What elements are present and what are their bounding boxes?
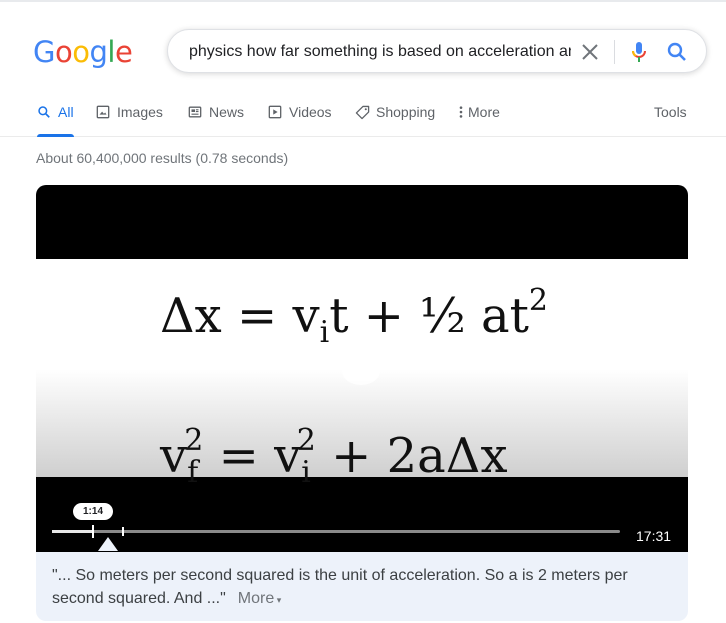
- eq1-superscript: 2: [528, 283, 549, 318]
- video-duration: 17:31: [636, 528, 672, 544]
- progress-fill: [52, 530, 93, 533]
- tab-shopping[interactable]: Shopping: [355, 100, 435, 136]
- eq2-sup1: 2: [184, 423, 204, 458]
- google-logo[interactable]: Google: [33, 34, 133, 70]
- tools-button[interactable]: Tools: [654, 100, 687, 136]
- eq2-sup2: 2: [296, 423, 316, 458]
- tools-label: Tools: [654, 104, 687, 120]
- tab-videos[interactable]: Videos: [268, 100, 332, 136]
- tab-news[interactable]: News: [188, 100, 244, 136]
- more-label: More: [237, 590, 275, 607]
- search-tabs: All Images News Videos Shopping More Too…: [0, 100, 726, 137]
- tab-label: Shopping: [376, 104, 436, 120]
- snippet-text: "... So meters per second squared is the…: [52, 567, 628, 607]
- key-moment-marker[interactable]: [122, 527, 124, 536]
- logo-letter: o: [54, 35, 73, 69]
- eq2-eq: = v: [203, 428, 302, 484]
- search-box-divider: [614, 40, 615, 64]
- equation-kinematics-1: Δx = vit + ½ at2: [160, 273, 548, 361]
- progress-track[interactable]: [52, 530, 620, 533]
- video-result-card: Δx = vit + ½ at2 vf2 = vi2 + 2aΔx 1:14 1…: [36, 185, 688, 621]
- search-icon[interactable]: [665, 40, 689, 64]
- active-tab-underline: [37, 134, 74, 137]
- eq1-mid: t + ½ at: [329, 288, 529, 344]
- news-icon: [188, 105, 204, 121]
- top-divider: [0, 0, 726, 2]
- tab-label: All: [58, 104, 74, 120]
- tab-more[interactable]: More: [458, 100, 500, 136]
- logo-letter: g: [89, 35, 108, 69]
- scrubber-handle[interactable]: [92, 525, 94, 538]
- search-input[interactable]: [189, 40, 571, 64]
- video-player[interactable]: Δx = vit + ½ at2 vf2 = vi2 + 2aΔx 1:14 1…: [36, 185, 688, 552]
- eq2-sub1: f: [187, 455, 199, 490]
- tag-icon: [355, 105, 371, 121]
- tab-label: Images: [117, 104, 163, 120]
- tab-images[interactable]: Images: [96, 100, 163, 136]
- logo-letter: e: [114, 35, 133, 69]
- logo-letter: l: [107, 35, 115, 69]
- tab-all[interactable]: All: [37, 100, 74, 137]
- eq2-rest: + 2aΔx: [315, 428, 508, 484]
- tab-label: More: [468, 104, 500, 120]
- image-icon: [96, 105, 112, 121]
- result-stats: About 60,400,000 results (0.78 seconds): [36, 150, 289, 166]
- search-box: [167, 29, 707, 73]
- time-tooltip: 1:14: [73, 503, 113, 520]
- search-icon: [37, 105, 53, 121]
- chevron-down-icon: ▾: [274, 595, 282, 605]
- tab-label: News: [209, 104, 245, 120]
- video-icon: [268, 105, 284, 121]
- equation-kinematics-2: vf2 = vi2 + 2aΔx: [160, 413, 508, 501]
- tab-label: Videos: [289, 104, 332, 120]
- logo-letter: G: [33, 35, 55, 69]
- eq1-subscript: i: [319, 315, 330, 350]
- eq2-sub2: i: [301, 455, 311, 490]
- microphone-icon[interactable]: [627, 40, 651, 64]
- close-icon[interactable]: [578, 40, 602, 64]
- eq1-lhs: Δx = v: [160, 288, 320, 344]
- more-vertical-icon: [458, 105, 466, 121]
- snippet-pointer: [98, 537, 118, 551]
- logo-letter: o: [72, 35, 90, 69]
- play-overlay[interactable]: [342, 357, 380, 385]
- more-link[interactable]: More ▾: [238, 590, 281, 607]
- transcript-snippet: "... So meters per second squared is the…: [52, 564, 652, 612]
